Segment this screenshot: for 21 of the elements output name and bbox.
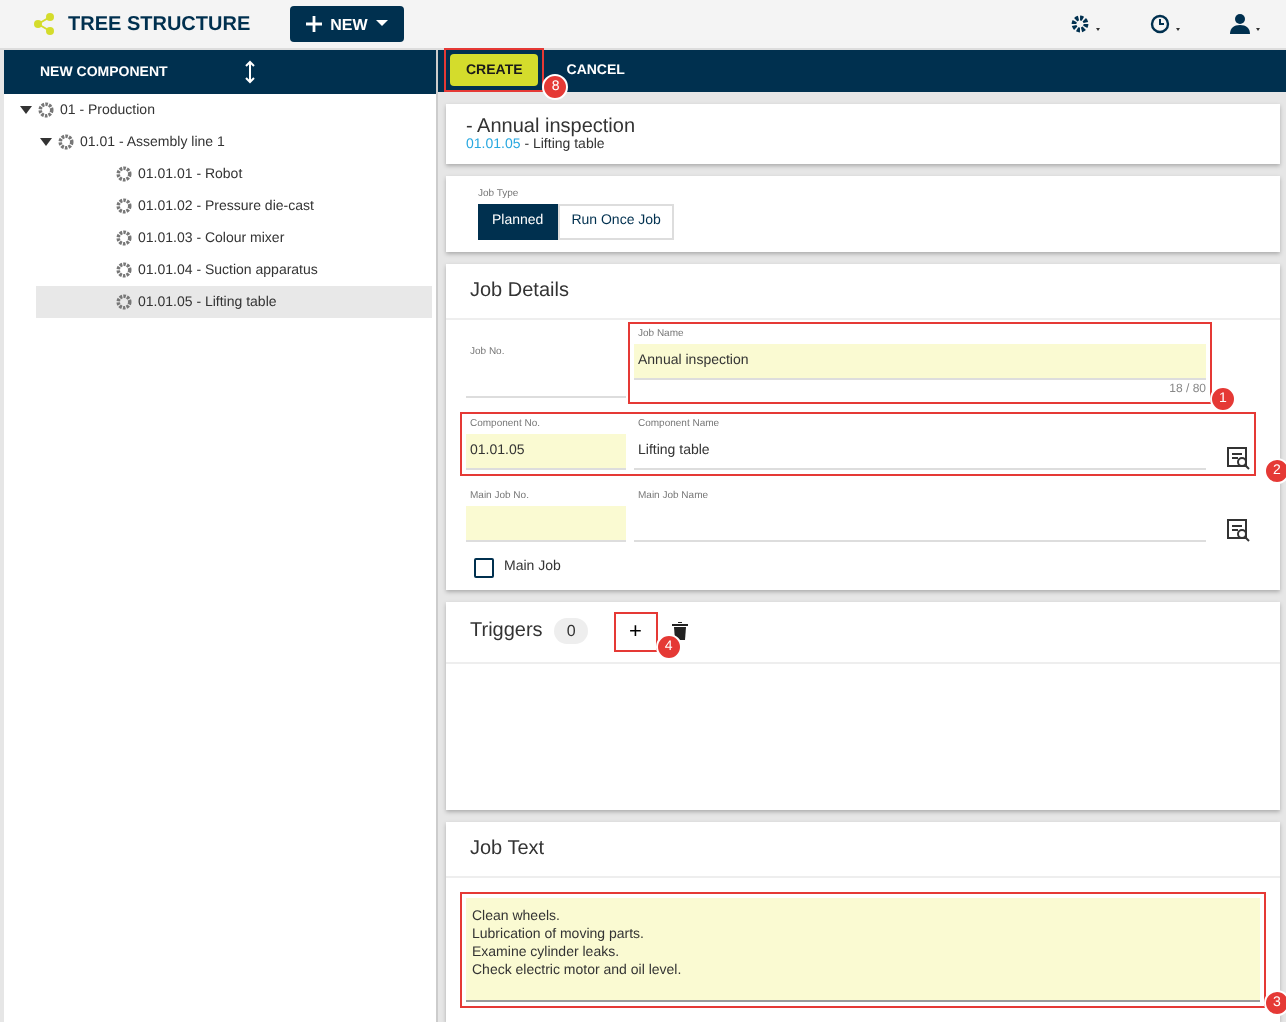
expand-caret-icon[interactable] xyxy=(40,136,52,148)
caret-icon xyxy=(375,20,388,28)
share-icon xyxy=(32,12,56,36)
sort-icon[interactable] xyxy=(243,60,256,84)
new-button[interactable]: NEW xyxy=(290,6,404,42)
section-title: Job Details xyxy=(470,279,569,302)
app-title: TREE STRUCTURE xyxy=(68,13,251,35)
checkbox[interactable] xyxy=(474,557,494,578)
section-title: Triggers xyxy=(470,620,543,643)
trash-icon[interactable] xyxy=(671,622,688,641)
settings-icon[interactable] xyxy=(1066,12,1106,36)
plus-icon xyxy=(306,16,323,32)
lookup-icon[interactable] xyxy=(1226,517,1250,542)
add-button[interactable]: + xyxy=(619,617,652,646)
clock-icon[interactable] xyxy=(1146,12,1186,36)
lookup-icon[interactable] xyxy=(1226,445,1250,470)
section-title: Job Text xyxy=(470,838,545,860)
expand-caret-icon[interactable] xyxy=(20,104,32,116)
user-icon[interactable] xyxy=(1226,12,1266,36)
count-badge: 0 xyxy=(554,618,588,645)
job-title: - Annual inspection xyxy=(466,115,638,138)
